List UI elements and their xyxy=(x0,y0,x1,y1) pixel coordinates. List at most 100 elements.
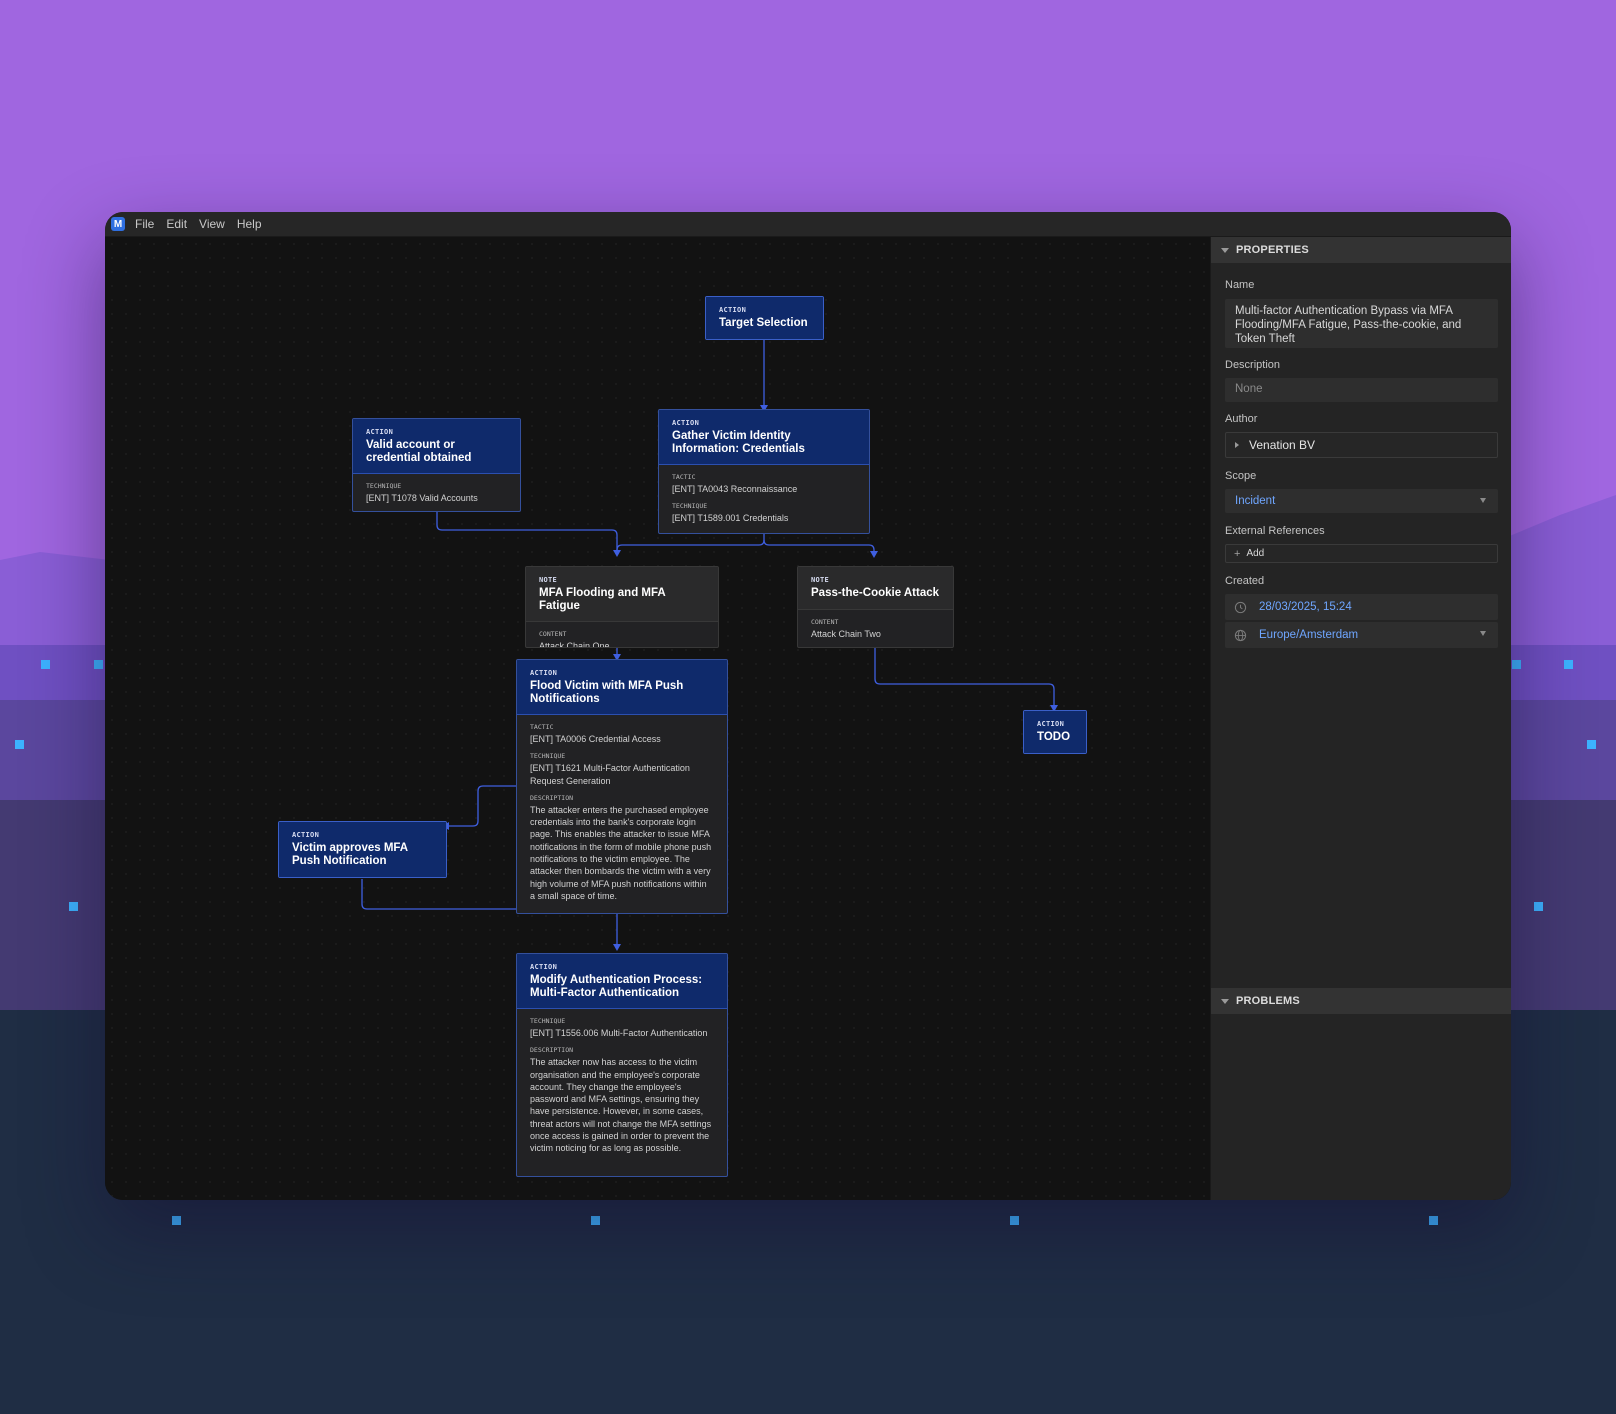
node-header: Action Valid account or credential obtai… xyxy=(353,419,520,474)
description-label: Description xyxy=(1225,359,1281,371)
menu-file[interactable]: File xyxy=(135,217,154,231)
node-type-label: Note xyxy=(539,576,558,584)
node-body: Tactic [ENT] TA0006 Credential Access Te… xyxy=(517,715,727,909)
field-label: Content xyxy=(539,630,567,638)
scope-value: Incident xyxy=(1235,495,1276,507)
name-field[interactable]: Multi-factor Authentication Bypass via M… xyxy=(1225,299,1498,348)
node-type-label: Action xyxy=(672,419,700,427)
created-label: Created xyxy=(1225,575,1265,587)
timezone-select[interactable]: Europe/Amsterdam xyxy=(1225,622,1498,648)
scope-select[interactable]: Incident xyxy=(1225,489,1498,513)
node-header: Action Modify Authentication Process: Mu… xyxy=(517,954,727,1009)
node-body: Content Attack Chain Two xyxy=(798,610,953,647)
node-body: Content Attack Chain One xyxy=(526,622,718,648)
chevron-down-icon xyxy=(1480,631,1486,636)
decor-square xyxy=(172,1216,181,1225)
node-title: Modify Authentication Process: Multi-Fac… xyxy=(530,974,703,999)
node-header: Action TODO xyxy=(1024,711,1086,753)
field-value: [ENT] T1589.001 Credentials xyxy=(672,513,789,524)
field-label: Technique xyxy=(672,502,708,511)
node-body: Technique [ENT] T1078 Valid Accounts xyxy=(353,474,520,511)
created-datetime-field[interactable]: 28/03/2025, 15:24 xyxy=(1225,594,1498,620)
app-logo-icon: M xyxy=(111,217,125,231)
decor-square xyxy=(1010,1216,1019,1225)
menu-edit[interactable]: Edit xyxy=(166,217,187,231)
node-valid-account[interactable]: Action Valid account or credential obtai… xyxy=(352,418,521,512)
node-type-label: Action xyxy=(1037,720,1065,728)
field-value: [ENT] TA0006 Credential Access xyxy=(530,734,661,744)
field-label: Technique xyxy=(530,752,566,761)
decor-square xyxy=(1534,902,1543,911)
node-field: Tactic [ENT] TA0006 Credential Access xyxy=(530,723,714,745)
collapse-triangle-icon xyxy=(1221,247,1229,253)
node-victim-approves[interactable]: Action Victim approves MFA Push Notifica… xyxy=(278,821,447,878)
description-field[interactable]: None xyxy=(1225,378,1498,402)
node-type-label: Action xyxy=(366,428,394,436)
node-todo[interactable]: Action TODO xyxy=(1023,710,1087,754)
node-type-label: Action xyxy=(530,669,558,677)
add-reference-label: Add xyxy=(1246,548,1265,559)
edge-valid-to-mfa-note xyxy=(436,508,618,550)
plus-icon: + xyxy=(1234,547,1241,560)
node-body: Technique [ENT] T1556.006 Multi-Factor A… xyxy=(517,1009,727,1162)
expand-triangle-icon[interactable] xyxy=(1235,442,1239,448)
edge-gather-to-cookie-note xyxy=(763,539,875,552)
problems-header[interactable]: PROBLEMS xyxy=(1211,988,1511,1014)
field-value: [ENT] T1556.006 Multi-Factor Authenticat… xyxy=(530,1028,708,1038)
timezone-value: Europe/Amsterdam xyxy=(1259,629,1359,641)
properties-title: PROPERTIES xyxy=(1236,244,1309,256)
chevron-down-icon xyxy=(1480,498,1486,503)
node-field: Technique [ENT] T1621 Multi-Factor Authe… xyxy=(530,752,714,787)
node-target-selection[interactable]: Action Target Selection xyxy=(705,296,824,340)
node-field: Description The attacker now has access … xyxy=(530,1046,714,1154)
author-value: Venation BV xyxy=(1249,438,1316,452)
field-value: Attack Chain One xyxy=(539,641,610,648)
external-references-label: External References xyxy=(1225,525,1325,537)
node-modify-authentication[interactable]: Action Modify Authentication Process: Mu… xyxy=(516,953,728,1177)
decor-square xyxy=(69,902,78,911)
node-title: Victim approves MFA Push Notification xyxy=(292,842,408,867)
edge-flood-to-victim xyxy=(449,785,516,827)
menu-help[interactable]: Help xyxy=(237,217,262,231)
node-header: Note MFA Flooding and MFA Fatigue xyxy=(526,567,718,622)
menu-view[interactable]: View xyxy=(199,217,225,231)
add-reference-button[interactable]: + Add xyxy=(1225,544,1498,563)
node-type-label: Note xyxy=(811,576,830,584)
decor-square xyxy=(591,1216,600,1225)
properties-header[interactable]: PROPERTIES xyxy=(1211,237,1511,263)
field-label: Tactic xyxy=(530,723,554,731)
node-field: Content Attack Chain Two xyxy=(811,618,940,640)
node-gather-victim-identity[interactable]: Action Gather Victim Identity Informatio… xyxy=(658,409,870,534)
field-value: [ENT] T1621 Multi-Factor Authentication … xyxy=(530,763,690,786)
node-flood-victim[interactable]: Action Flood Victim with MFA Push Notifi… xyxy=(516,659,728,914)
node-header: Action Gather Victim Identity Informatio… xyxy=(659,410,869,465)
node-header: Action Flood Victim with MFA Push Notifi… xyxy=(517,660,727,715)
menu-bar: M File Edit View Help xyxy=(105,212,1511,237)
scope-label: Scope xyxy=(1225,470,1257,482)
field-label: Description xyxy=(530,1046,574,1055)
field-label: Technique xyxy=(366,482,402,490)
field-value: [ENT] T1078 Valid Accounts xyxy=(366,493,478,503)
node-header: Action Victim approves MFA Push Notifica… xyxy=(279,822,446,877)
author-field[interactable]: Venation BV xyxy=(1225,432,1498,458)
node-body: Tactic [ENT] TA0043 Reconnaissance Techn… xyxy=(659,465,869,532)
flow-canvas[interactable]: Action Target Selection Action Valid acc… xyxy=(105,237,1210,1200)
field-label: Content xyxy=(811,617,839,626)
field-value: [ENT] TA0043 Reconnaissance xyxy=(672,484,798,494)
node-note-mfa-flooding[interactable]: Note MFA Flooding and MFA Fatigue Conten… xyxy=(525,566,719,648)
node-field: Description The attacker enters the purc… xyxy=(530,794,714,902)
node-field: Technique [ENT] T1589.001 Credentials xyxy=(672,502,856,524)
name-label: Name xyxy=(1225,279,1255,291)
author-label: Author xyxy=(1225,413,1258,425)
field-value: The attacker now has access to the victi… xyxy=(530,1057,712,1154)
node-note-pass-the-cookie[interactable]: Note Pass-the-Cookie Attack Content Atta… xyxy=(797,566,954,648)
globe-icon xyxy=(1234,629,1247,641)
node-type-label: Action xyxy=(292,831,320,839)
node-title: Valid account or credential obtained xyxy=(366,439,472,464)
node-field: Tactic [ENT] TA0043 Reconnaissance xyxy=(672,473,856,495)
field-value: The attacker enters the purchased employ… xyxy=(530,804,712,901)
created-datetime-value: 28/03/2025, 15:24 xyxy=(1259,601,1352,613)
problems-title: PROBLEMS xyxy=(1236,995,1300,1007)
node-field: Technique [ENT] T1078 Valid Accounts xyxy=(366,482,507,504)
decor-square xyxy=(15,740,24,749)
